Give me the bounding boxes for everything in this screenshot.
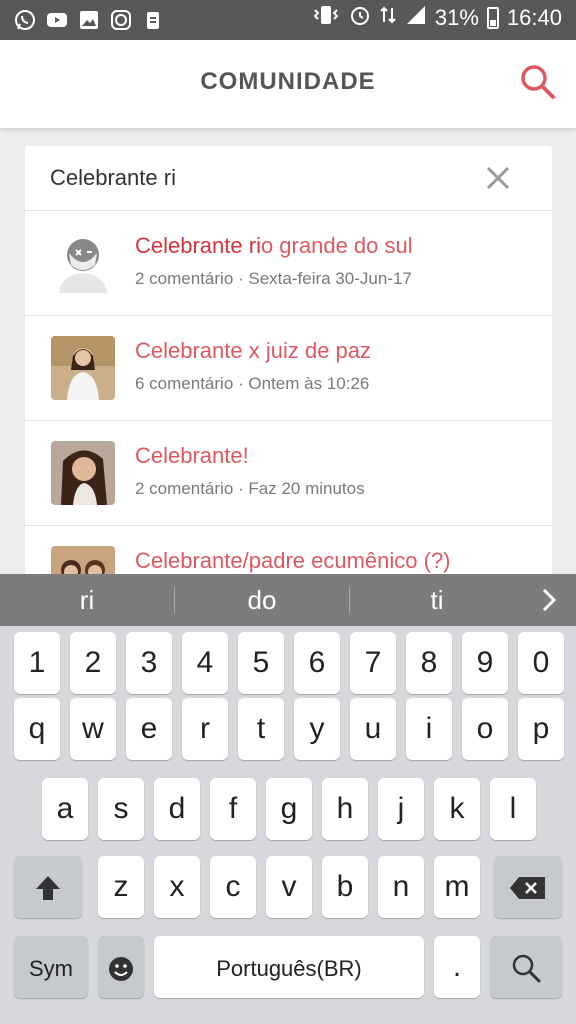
vibrate-icon	[311, 4, 341, 32]
space-label: Português(BR)	[216, 956, 362, 981]
suggestion-item[interactable]: ti	[350, 574, 524, 626]
key-w[interactable]: w	[70, 698, 116, 760]
key-d[interactable]: d	[154, 778, 200, 840]
key-p[interactable]: p	[518, 698, 564, 760]
avatar	[51, 441, 115, 505]
key-7[interactable]: 7	[350, 632, 396, 694]
key-a[interactable]: a	[42, 778, 88, 840]
key-0[interactable]: 0	[518, 632, 564, 694]
system-status: 31% 16:40	[311, 4, 562, 32]
space-key[interactable]: Português(BR)	[154, 936, 424, 998]
key-v[interactable]: v	[266, 856, 312, 918]
search-results: Celebrante rio grande do sul 2 comentári…	[25, 210, 552, 630]
backspace-icon	[509, 870, 547, 903]
key-t[interactable]: t	[238, 698, 284, 760]
key-9[interactable]: 9	[462, 632, 508, 694]
battery-icon	[486, 7, 499, 29]
key-x[interactable]: x	[154, 856, 200, 918]
key-o[interactable]: o	[462, 698, 508, 760]
key-n[interactable]: n	[378, 856, 424, 918]
sym-key[interactable]: Sym	[14, 936, 88, 998]
key-s[interactable]: s	[98, 778, 144, 840]
list-item[interactable]: Celebrante! 2 comentário · Faz 20 minuto…	[25, 420, 552, 525]
user-photo	[51, 336, 115, 400]
result-title[interactable]: Celebrante/padre ecumênico (?)	[135, 548, 451, 574]
key-2[interactable]: 2	[70, 632, 116, 694]
result-meta: 2 comentário · Sexta-feira 30-Jun-17	[135, 269, 412, 288]
key-e[interactable]: e	[126, 698, 172, 760]
cleaner-icon	[140, 7, 166, 33]
suggestion-item[interactable]: do	[175, 574, 349, 626]
period-key[interactable]: .	[434, 936, 480, 998]
page-title: COMUNIDADE	[200, 68, 376, 95]
alarm-icon	[349, 4, 371, 32]
key-q[interactable]: q	[14, 698, 60, 760]
key-u[interactable]: u	[350, 698, 396, 760]
chevron-right-icon	[536, 588, 562, 618]
key-3[interactable]: 3	[126, 632, 172, 694]
key-6[interactable]: 6	[294, 632, 340, 694]
key-m[interactable]: m	[434, 856, 480, 918]
close-icon	[484, 166, 512, 196]
whatsapp-icon	[12, 7, 38, 33]
search-icon	[510, 950, 542, 983]
signal-icon	[405, 4, 427, 32]
result-title[interactable]: Celebrante x juiz de paz	[135, 338, 371, 364]
search-bar	[25, 146, 552, 210]
backspace-key[interactable]	[494, 856, 562, 918]
keyboard: ri do ti 1234567890 qwertyuiop asdfghjkl zx…	[0, 574, 576, 1024]
status-bar: 31% 16:40	[0, 0, 576, 40]
result-title[interactable]: Celebrante rio grande do sul	[135, 233, 413, 259]
key-1[interactable]: 1	[14, 632, 60, 694]
key-f[interactable]: f	[210, 778, 256, 840]
clock-time: 16:40	[506, 5, 562, 30]
key-h[interactable]: h	[322, 778, 368, 840]
result-meta: 6 comentário · Ontem às 10:26	[135, 374, 370, 393]
list-item[interactable]: Celebrante x juiz de paz 6 comentário · …	[25, 315, 552, 420]
suggestion-item[interactable]: ri	[0, 574, 174, 626]
key-c[interactable]: c	[210, 856, 256, 918]
notification-icons	[12, 7, 166, 33]
key-z[interactable]: z	[98, 856, 144, 918]
avatar	[51, 336, 115, 400]
emoji-icon	[106, 950, 136, 983]
key-r[interactable]: r	[182, 698, 228, 760]
key-4[interactable]: 4	[182, 632, 228, 694]
battery-percent: 31%	[434, 5, 479, 30]
result-meta: 2 comentário · Faz 20 minutos	[135, 479, 365, 498]
shift-icon	[33, 870, 63, 903]
search-key[interactable]	[490, 936, 562, 998]
avatar	[51, 231, 115, 295]
app-header: COMUNIDADE	[0, 40, 576, 128]
clock-app-icon	[108, 7, 134, 33]
key-k[interactable]: k	[434, 778, 480, 840]
key-j[interactable]: j	[378, 778, 424, 840]
gallery-icon	[76, 7, 102, 33]
search-input[interactable]	[50, 164, 470, 192]
key-y[interactable]: y	[294, 698, 340, 760]
result-title[interactable]: Celebrante!	[135, 443, 249, 469]
key-g[interactable]: g	[266, 778, 312, 840]
search-icon	[518, 65, 558, 106]
key-l[interactable]: l	[490, 778, 536, 840]
data-icon	[379, 4, 397, 32]
key-8[interactable]: 8	[406, 632, 452, 694]
key-b[interactable]: b	[322, 856, 368, 918]
sym-label: Sym	[29, 956, 73, 981]
default-avatar-icon	[51, 231, 115, 295]
suggestion-bar: ri do ti	[0, 574, 576, 626]
key-5[interactable]: 5	[238, 632, 284, 694]
result-title-match: Celebrante ri	[135, 233, 261, 258]
key-i[interactable]: i	[406, 698, 452, 760]
result-title-rest: o grande do sul	[260, 233, 413, 258]
list-item[interactable]: Celebrante rio grande do sul 2 comentári…	[25, 210, 552, 315]
emoji-key[interactable]	[98, 936, 144, 998]
user-photo	[51, 441, 115, 505]
youtube-icon	[44, 7, 70, 33]
expand-suggestions-button[interactable]	[536, 586, 562, 614]
clear-search-button[interactable]	[484, 164, 512, 192]
search-button[interactable]	[518, 62, 558, 102]
shift-key[interactable]	[14, 856, 82, 918]
